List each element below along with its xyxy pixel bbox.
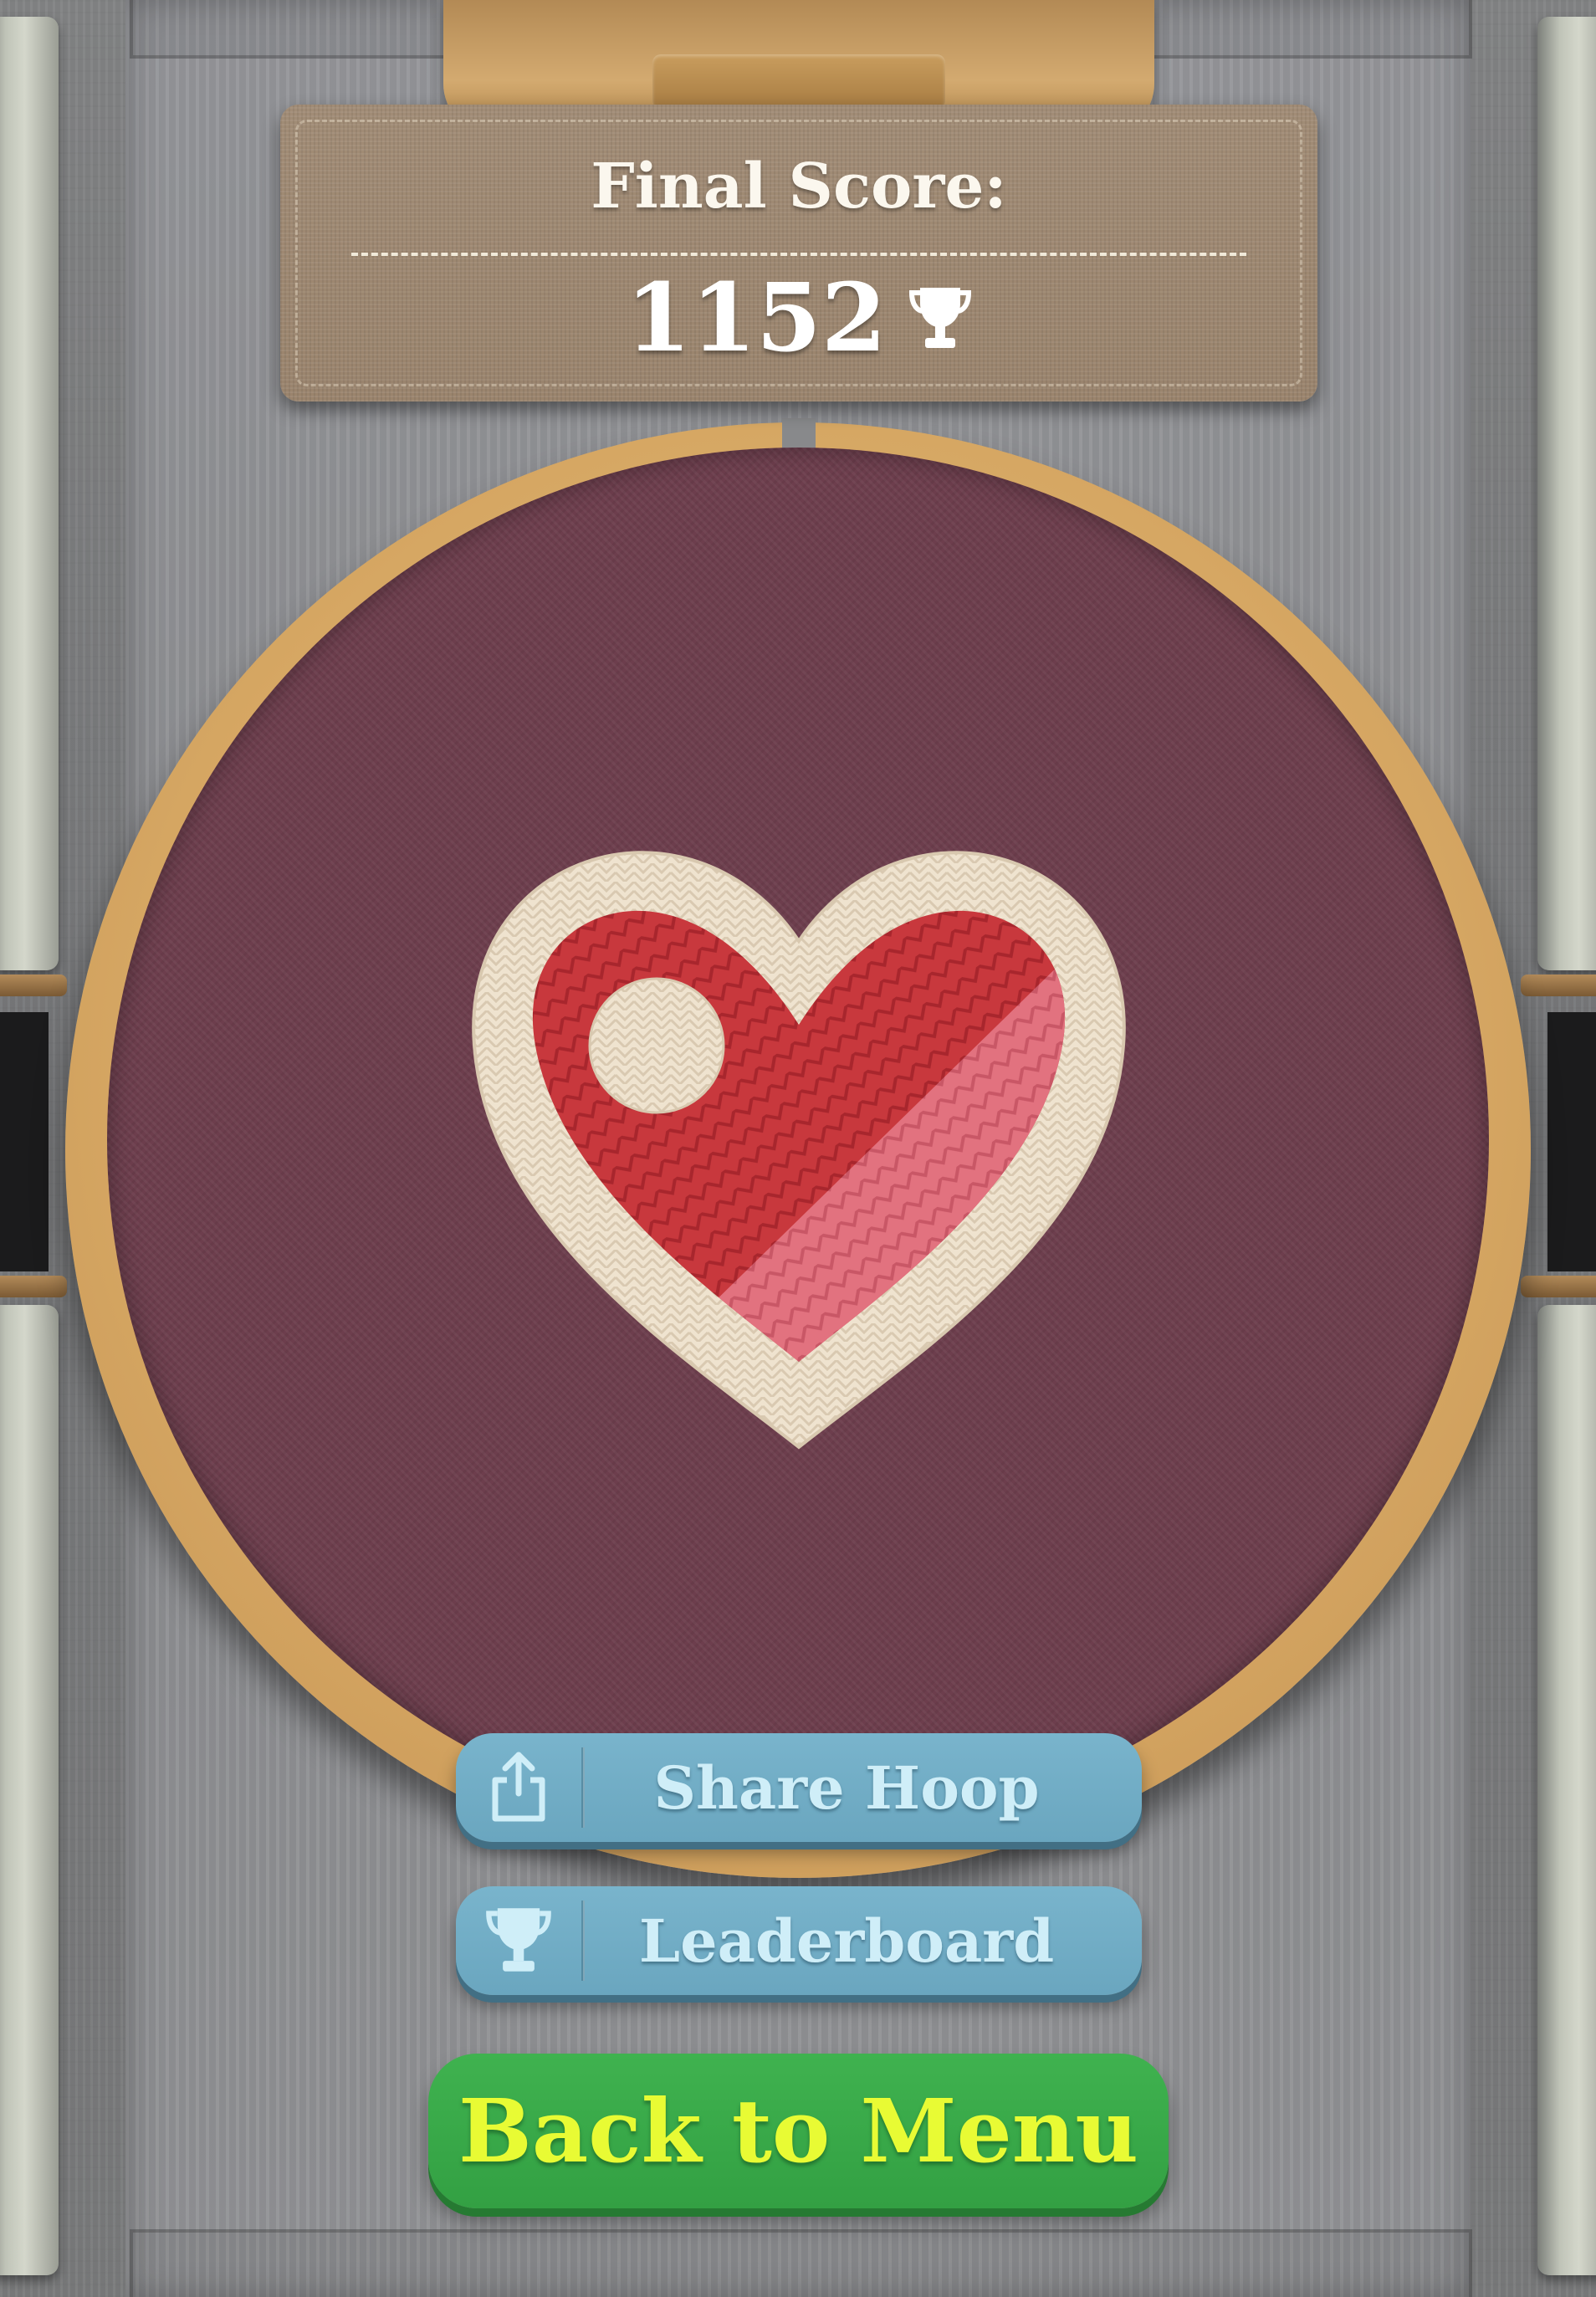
- spool-cap: [0, 1276, 67, 1297]
- final-score-value: 1152: [626, 263, 887, 373]
- share-icon: [492, 1752, 545, 1822]
- share-hoop-label: Share Hoop: [653, 1752, 1040, 1823]
- spool-gap: [0, 1012, 49, 1271]
- trophy-icon: [486, 1908, 551, 1972]
- spool-cap: [0, 975, 67, 996]
- thread-spool: [1537, 1305, 1596, 2275]
- final-score-panel: Final Score: 1152: [280, 105, 1317, 402]
- trophy-icon: [908, 288, 971, 348]
- thread-spool: [0, 1305, 59, 2275]
- spool-cap: [1521, 1276, 1596, 1297]
- share-icon-slot: [456, 1733, 581, 1842]
- spool-cap: [1521, 975, 1596, 996]
- hoop-opening: [782, 418, 816, 452]
- back-to-menu-label: Back to Menu: [458, 2080, 1138, 2182]
- game-screen: Final Score: 1152 Share Hoop Leaderboard…: [0, 0, 1596, 2297]
- leaderboard-icon-slot: [456, 1886, 581, 1995]
- final-score-title: Final Score:: [591, 151, 1007, 223]
- score-row: 1152: [280, 272, 1317, 366]
- thread-spool: [1537, 17, 1596, 970]
- leaderboard-label: Leaderboard: [638, 1906, 1055, 1976]
- board-bottom-rim: [130, 2229, 1472, 2297]
- thread-spool: [0, 17, 59, 970]
- back-to-menu-button[interactable]: Back to Menu: [428, 2054, 1169, 2208]
- heart-design: [472, 851, 1126, 1450]
- hoop-screw-plate: [652, 54, 945, 109]
- score-divider: [351, 253, 1246, 256]
- share-hoop-button[interactable]: Share Hoop: [456, 1733, 1142, 1842]
- spool-gap: [1547, 1012, 1596, 1271]
- leaderboard-button[interactable]: Leaderboard: [456, 1886, 1142, 1995]
